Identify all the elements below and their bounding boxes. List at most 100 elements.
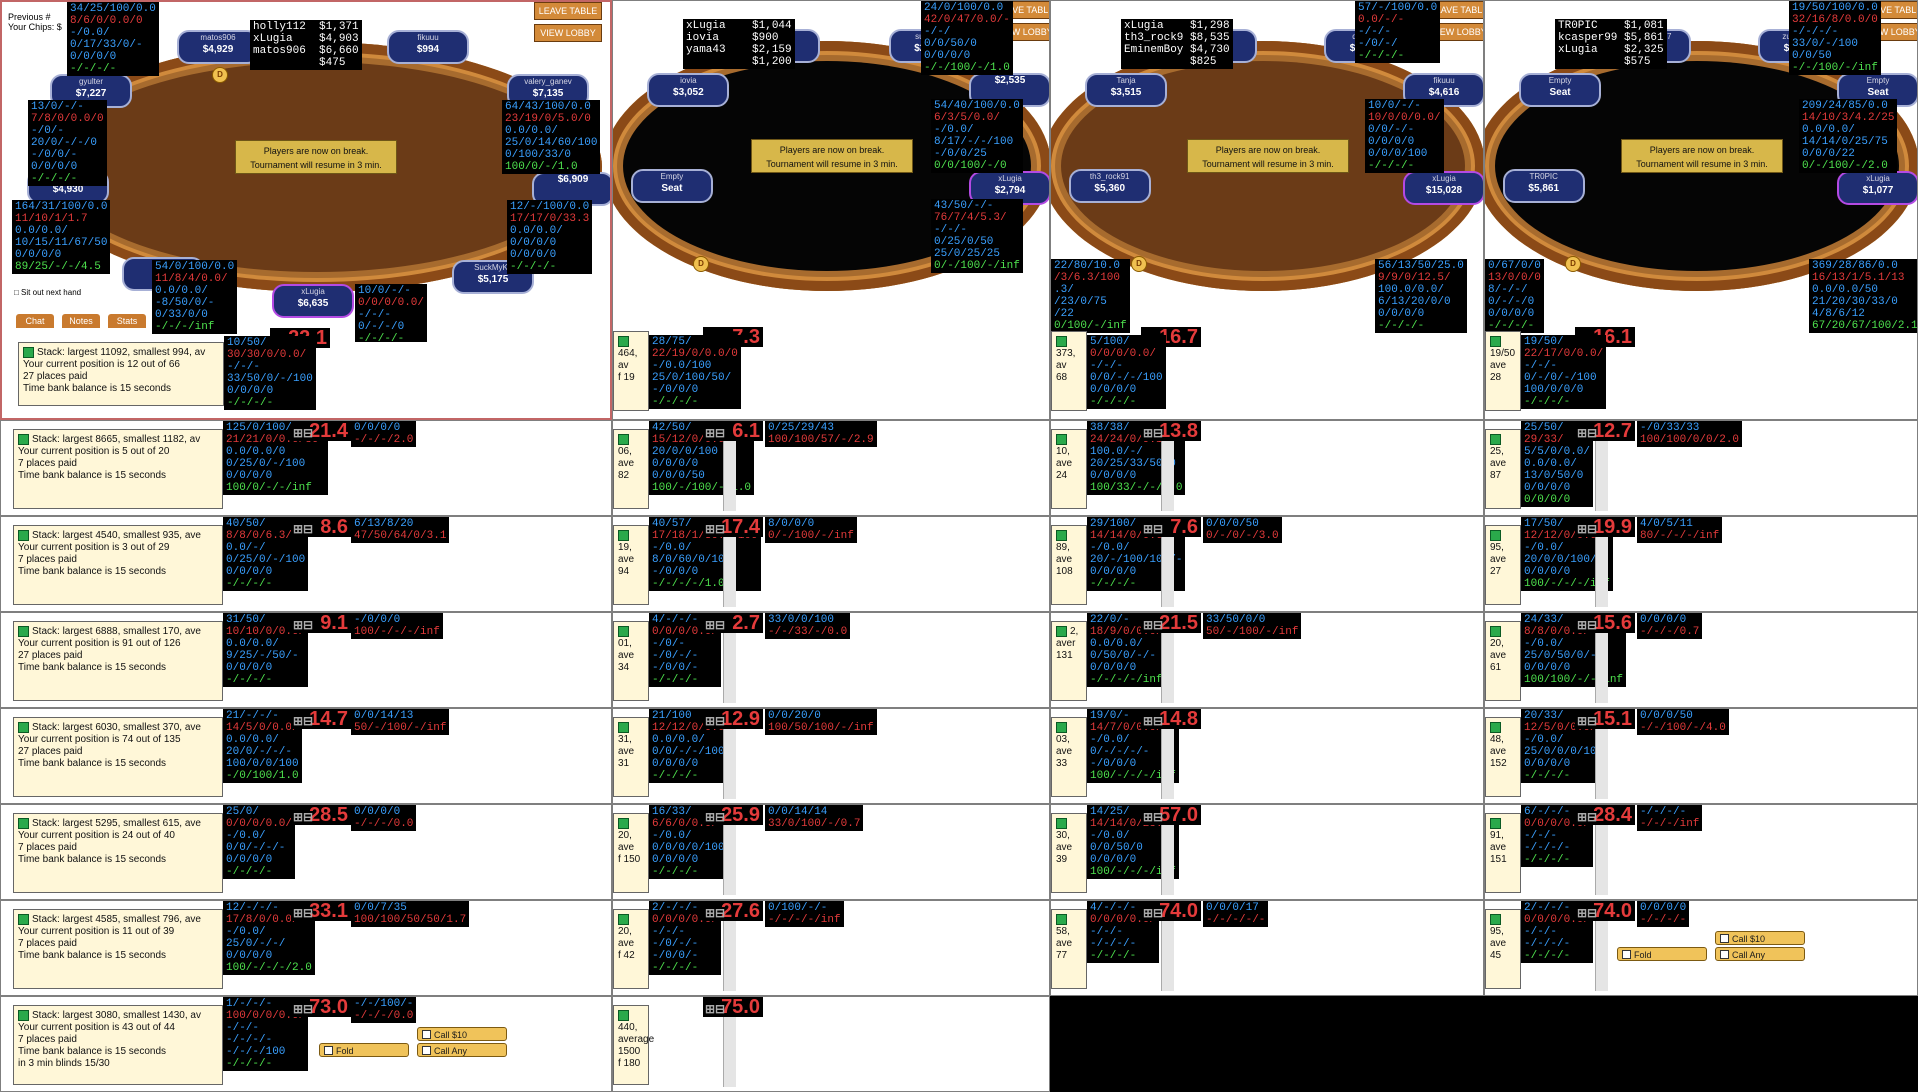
m-ratio-box[interactable]: ⊞⊟ 13.8 xyxy=(1141,421,1201,441)
poker-table-window[interactable]: 89, ave 108 29/100/ 14/14/0/0.0/ -/0.0/ 20… xyxy=(1050,516,1484,612)
m-ratio-box[interactable]: ⊞⊟ 25.9 xyxy=(703,805,763,825)
hud-settings-icon[interactable]: ⊞⊟ xyxy=(1577,807,1597,827)
hud-settings-icon[interactable]: ⊞⊟ xyxy=(1577,711,1597,731)
poker-table-window[interactable]: 20, ave f 42 2/-/-/- 0/0/0/0.0/ -/-/- -/0/… xyxy=(612,900,1050,996)
player-stats-hud[interactable]: 28/75/ 22/19/0/0.0/0 -/0.0/100 25/0/100/… xyxy=(649,335,741,409)
hud-settings-icon[interactable]: ⊞⊟ xyxy=(1143,519,1163,539)
m-ratio-box[interactable]: ⊞⊟ 14.8 xyxy=(1141,709,1201,729)
hud-settings-icon[interactable]: ⊞⊟ xyxy=(1143,423,1163,443)
player-stats-hud[interactable]: 0/0/0/0 -/-/-/0.7 xyxy=(1637,613,1703,639)
player-stats-hud[interactable]: 56/13/50/25.0 9/9/0/12.5/ 100.0/0.0/ 6/1… xyxy=(1375,259,1467,333)
player-stats-hud[interactable]: -/-/-/- -/-/-/inf xyxy=(1637,805,1703,831)
call-10-checkbox[interactable]: Call $10 xyxy=(1715,931,1805,945)
dealer-chat-box[interactable]: 03, ave 33 xyxy=(1051,717,1087,797)
player-stats-hud[interactable]: 54/0/100/0.0 11/8/4/0.0/ 0.0/0.0/ -8/50/… xyxy=(152,260,238,334)
m-ratio-box[interactable]: ⊞⊟ 6.1 xyxy=(703,421,763,441)
player-stats-hud[interactable]: 0/67/0/0 13/0/0/0 8/-/-/ 0/-/-/0 0/0/0/0… xyxy=(1485,259,1544,333)
player-stats-hud[interactable]: 0/100/-/- -/-/-/-/inf xyxy=(765,901,844,927)
player-seat[interactable]: xLugia $15,028 xyxy=(1403,171,1483,205)
m-ratio-box[interactable]: ⊞⊟ 73.0 xyxy=(291,997,351,1017)
m-ratio-box[interactable]: ⊞⊟ 57.0 xyxy=(1141,805,1201,825)
chat-scrollbar[interactable] xyxy=(1595,537,1608,607)
player-stats-hud[interactable]: 0/0/0/17 -/-/-/-/- xyxy=(1203,901,1269,927)
player-stats-hud[interactable]: 19/50/100/0.0 32/16/8/0.0/0 -/-/-/- 33/0… xyxy=(1789,1,1881,75)
player-stats-hud[interactable]: 0/0/0/50 -/-/100/-/4.0 xyxy=(1637,709,1729,735)
dealer-chat-box[interactable]: 19/50 ave 28 xyxy=(1485,331,1521,411)
player-stats-hud[interactable]: 24/0/100/0.0 42/0/47/0.0/- -/-/ 0/0/50/0… xyxy=(921,1,1013,75)
hud-settings-icon[interactable]: ⊞⊟ xyxy=(1143,903,1163,923)
hud-settings-icon[interactable]: ⊞⊟ xyxy=(705,615,725,635)
dealer-chat-box[interactable]: 19, ave 94 xyxy=(613,525,649,605)
hud-settings-icon[interactable]: ⊞⊟ xyxy=(293,903,313,923)
m-ratio-box[interactable]: ⊞⊟ 75.0 xyxy=(703,997,763,1017)
m-ratio-box[interactable]: ⊞⊟ 12.7 xyxy=(1575,421,1635,441)
chat-scrollbar[interactable] xyxy=(1595,729,1608,799)
fold-checkbox[interactable]: Fold xyxy=(319,1043,409,1057)
hud-settings-icon[interactable]: ⊞⊟ xyxy=(293,423,313,443)
player-stats-hud[interactable]: 369/28/86/0.0 16/13/1/5.1/13 0.0/0.0/50 … xyxy=(1809,259,1917,333)
player-stats-hud[interactable]: 19/50/ 22/17/0/0.0/ -/-/- 0/-/0/-/100 10… xyxy=(1521,335,1607,409)
poker-table-window[interactable]: Players are now on break. Tournament will… xyxy=(1484,0,1918,420)
poker-table-window[interactable]: Stack: largest 3080, smallest 1430, av Yo… xyxy=(0,996,612,1092)
poker-table-window[interactable]: 440, average 1500 f 180 ⊞⊟ 75.0 xyxy=(612,996,1050,1092)
hud-settings-icon[interactable]: ⊞⊟ xyxy=(705,711,725,731)
hud-settings-icon[interactable]: ⊞⊟ xyxy=(293,615,313,635)
tab-chat[interactable]: Chat xyxy=(16,314,54,328)
call-any-checkbox[interactable]: Call Any xyxy=(417,1043,507,1057)
poker-table-window[interactable]: 30, ave 39 14/25/ 14/14/0/25.0/ -/0.0/ 0/0… xyxy=(1050,804,1484,900)
poker-table-window[interactable]: 10, ave 24 38/38/ 24/24/0/9.1/ 100.0/-/ 20… xyxy=(1050,420,1484,516)
player-stats-hud[interactable]: 33/50/0/0 50/-/100/-/inf xyxy=(1203,613,1302,639)
chat-scrollbar[interactable] xyxy=(1595,633,1608,703)
dealer-chat-box[interactable]: 91, ave 151 xyxy=(1485,813,1521,893)
dealer-chat-box[interactable]: 58, ave 77 xyxy=(1051,909,1087,989)
hud-settings-icon[interactable]: ⊞⊟ xyxy=(705,423,725,443)
player-seat[interactable]: Tanja $3,515 xyxy=(1085,73,1168,107)
chat-scrollbar[interactable] xyxy=(1595,825,1608,895)
player-stats-hud[interactable]: 8/0/0/0 0/-/100/-/inf xyxy=(765,517,857,543)
poker-table-window[interactable]: Stack: largest 5295, smallest 615, ave Yo… xyxy=(0,804,612,900)
m-ratio-box[interactable]: ⊞⊟ 7.6 xyxy=(1141,517,1201,537)
player-stats-hud[interactable]: 12/-/100/0.0 17/17/0/33.3 0.0/0.0/ 0/0/0… xyxy=(507,200,593,274)
player-stats-hud[interactable]: -/-/100/- -/-/-/0.0 xyxy=(351,997,417,1023)
player-stats-hud[interactable]: 10/0/-/- 0/0/0/0.0/ -/-/- 0/-/-/0 -/-/-/… xyxy=(355,284,428,342)
m-ratio-box[interactable]: ⊞⊟ 17.4 xyxy=(703,517,763,537)
poker-table-window[interactable]: Stack: largest 4585, smallest 796, ave Yo… xyxy=(0,900,612,996)
m-ratio-box[interactable]: ⊞⊟ 2.7 xyxy=(703,613,763,633)
m-ratio-box[interactable]: ⊞⊟ 74.0 xyxy=(1575,901,1635,921)
player-stats-hud[interactable]: 0/0/14/14 33/0/100/-/0.7 xyxy=(765,805,864,831)
player-stats-hud[interactable]: 33/0/0/100 -/-/33/-/0.0 xyxy=(765,613,851,639)
poker-table-window[interactable]: 95, ave 27 17/50/ 12/12/0/0.0/ -/0.0/ 20/0… xyxy=(1484,516,1918,612)
dealer-chat-box[interactable]: 2, aver 131 xyxy=(1051,621,1087,701)
dealer-chat-box[interactable]: 89, ave 108 xyxy=(1051,525,1087,605)
view-lobby-button[interactable]: VIEW LOBBY xyxy=(534,24,602,42)
chat-scrollbar[interactable] xyxy=(723,825,736,895)
m-ratio-box[interactable]: ⊞⊟ 15.1 xyxy=(1575,709,1635,729)
dealer-chat-box[interactable]: 31, ave 31 xyxy=(613,717,649,797)
tab-stats[interactable]: Stats xyxy=(108,314,146,328)
player-seat[interactable]: Empty Seat xyxy=(630,169,713,203)
m-ratio-box[interactable]: ⊞⊟ 19.9 xyxy=(1575,517,1635,537)
dealer-chat-box[interactable]: Stack: largest 11092, smallest 994, av Yo… xyxy=(18,342,224,406)
dealer-chat-box[interactable]: 06, ave 82 xyxy=(613,429,649,509)
hud-settings-icon[interactable]: ⊞⊟ xyxy=(1143,615,1163,635)
dealer-chat-box[interactable]: 20, ave f 150 xyxy=(613,813,649,893)
m-ratio-box[interactable]: ⊞⊟ 33.1 xyxy=(291,901,351,921)
poker-table-window[interactable]: Players are now on break. Tournament will… xyxy=(612,0,1050,420)
hud-settings-icon[interactable]: ⊞⊟ xyxy=(705,903,725,923)
dealer-chat-box[interactable]: Stack: largest 6888, smallest 170, ave Yo… xyxy=(13,621,223,701)
player-stats-hud[interactable]: 6/13/8/20 47/50/64/0/3.1 xyxy=(351,517,450,543)
player-stats-hud[interactable]: 43/50/-/- 76/7/4/5.3/ -/-/- 0/25/0/50 25… xyxy=(931,199,1023,273)
poker-table-window[interactable]: Players are now on break. Tournament will… xyxy=(1050,0,1484,420)
player-stats-hud[interactable]: 0/0/0/50 0/-/0/-/3.0 xyxy=(1203,517,1282,543)
dealer-chat-box[interactable]: 01, ave 34 xyxy=(613,621,649,701)
m-ratio-box[interactable]: ⊞⊟ 28.4 xyxy=(1575,805,1635,825)
player-seat[interactable]: matos906 $4,929 xyxy=(177,30,259,64)
chat-scrollbar[interactable] xyxy=(1161,537,1174,607)
player-stats-hud[interactable]: 0/0/0/0 -/-/-/2.0 xyxy=(351,421,417,447)
hud-settings-icon[interactable]: ⊞⊟ xyxy=(1143,711,1163,731)
player-seat[interactable]: th3_rock91 $5,360 xyxy=(1068,169,1151,203)
hud-settings-icon[interactable]: ⊞⊟ xyxy=(1577,423,1597,443)
dealer-chat-box[interactable]: Stack: largest 4585, smallest 796, ave Yo… xyxy=(13,909,223,989)
player-stats-hud[interactable]: 64/43/100/0.0 23/19/0/5.0/0 0.0/0.0/ 25/… xyxy=(502,100,601,174)
poker-table-window[interactable]: Stack: largest 6888, smallest 170, ave Yo… xyxy=(0,612,612,708)
